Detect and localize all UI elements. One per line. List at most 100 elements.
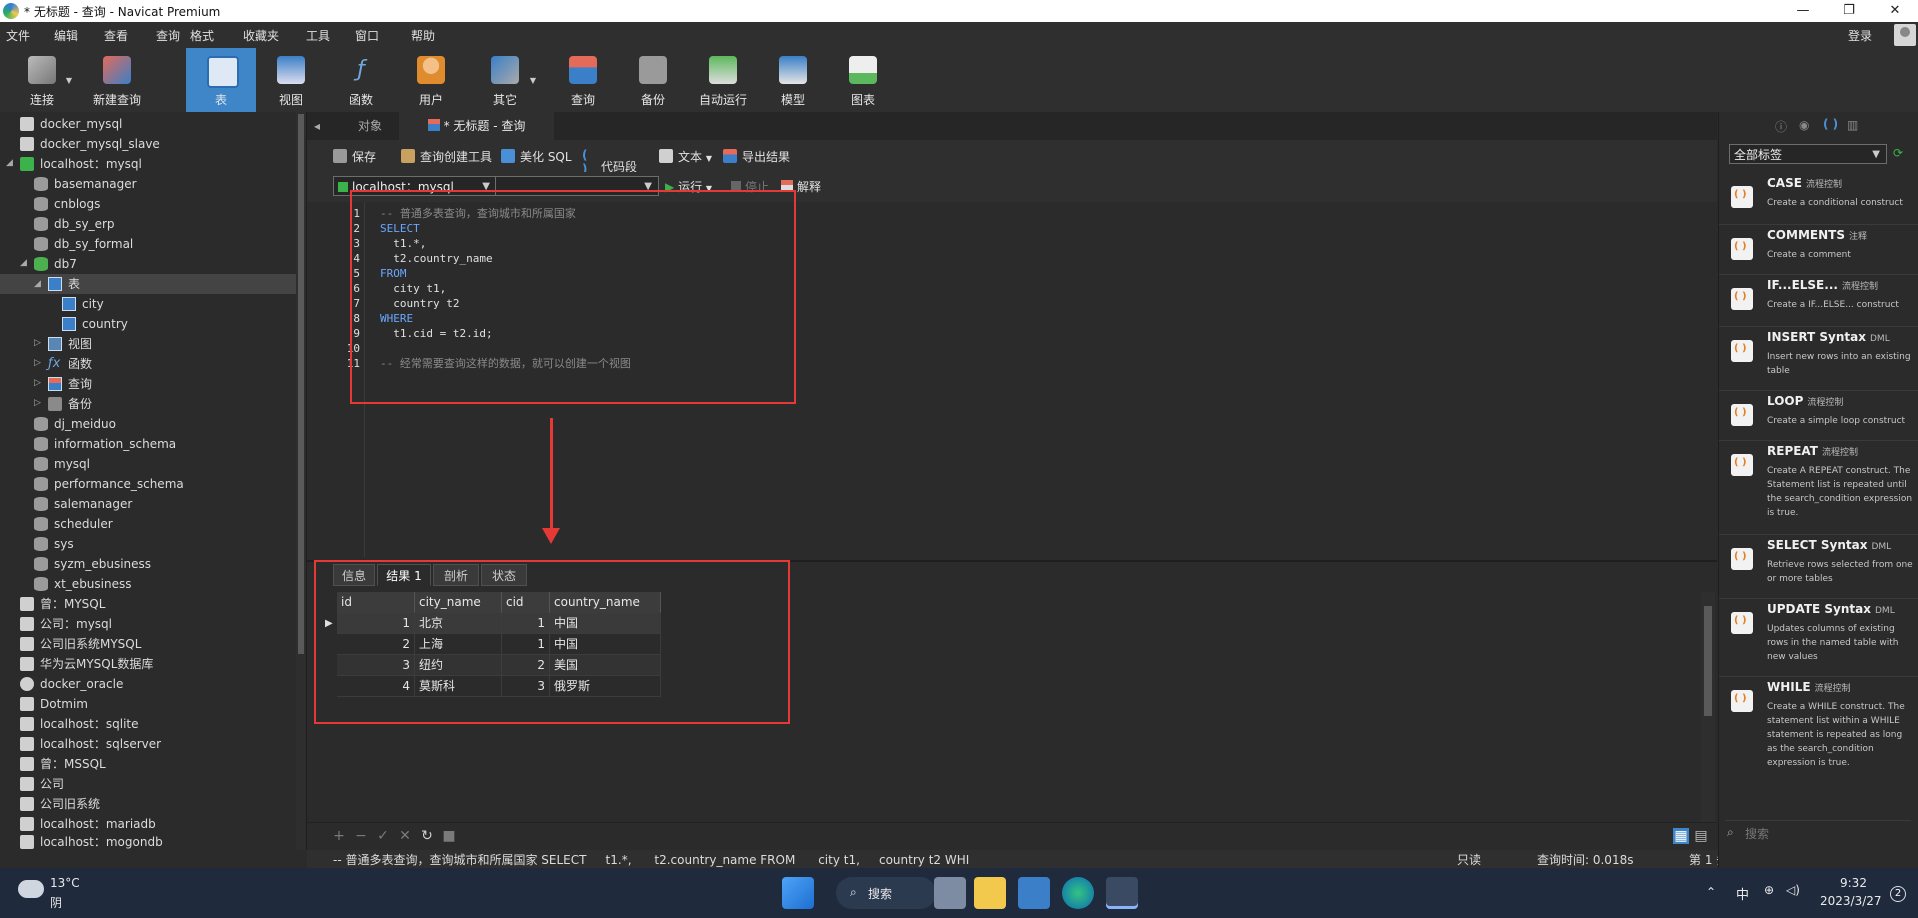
- snippet-item-insert[interactable]: INSERT Syntax DML Insert new rows into an…: [1719, 326, 1918, 391]
- edge-browser-icon[interactable]: [1062, 877, 1094, 909]
- tree-item-connection[interactable]: 曾：MYSQL: [20, 594, 300, 614]
- ribbon-automation-button[interactable]: 自动运行: [690, 48, 756, 112]
- tree-item-connection[interactable]: 公司旧系统: [20, 794, 300, 814]
- tree-item-table[interactable]: country: [62, 314, 300, 334]
- menu-help[interactable]: 帮助: [411, 27, 435, 44]
- tree-item-connection[interactable]: 华为云MYSQL数据库: [20, 654, 300, 674]
- snippet-item-repeat[interactable]: REPEAT流程控制 Create A REPEAT construct. Th…: [1719, 440, 1918, 535]
- tree-item-connection[interactable]: localhost：mysql: [20, 154, 300, 174]
- collapse-arrow-icon[interactable]: ◢: [20, 258, 28, 268]
- grid-icon[interactable]: ▥: [1847, 118, 1858, 132]
- clock-time[interactable]: 9:32: [1840, 876, 1867, 890]
- eye-icon[interactable]: ◉: [1799, 118, 1809, 132]
- snippet-search[interactable]: ⌕ 搜索: [1725, 820, 1911, 841]
- scrollbar-thumb[interactable]: [298, 114, 304, 654]
- beautify-sql-button[interactable]: 美化 SQL: [501, 148, 572, 165]
- tree-item-connection[interactable]: localhost：sqlite: [20, 714, 300, 734]
- tree-item-database[interactable]: scheduler: [34, 514, 300, 534]
- navicat-taskbar-icon[interactable]: [1106, 877, 1138, 909]
- tree-item-database[interactable]: db_sy_formal: [34, 234, 300, 254]
- braces-icon[interactable]: ( ): [1823, 117, 1838, 131]
- tree-item-database[interactable]: xt_ebusiness: [34, 574, 300, 594]
- text-mode-button[interactable]: 文本 ▼: [659, 148, 712, 165]
- tree-item-database[interactable]: db_sy_erp: [34, 214, 300, 234]
- tree-item-database[interactable]: salemanager: [34, 494, 300, 514]
- microsoft-store-icon[interactable]: [1018, 877, 1050, 909]
- tray-overflow-icon[interactable]: ⌃: [1706, 885, 1716, 899]
- tree-item-connection[interactable]: localhost：mogondb: [20, 832, 300, 850]
- tree-scrollbar[interactable]: [296, 112, 306, 850]
- query-builder-button[interactable]: 查询创建工具: [401, 148, 492, 165]
- discard-changes-icon[interactable]: ✕: [397, 828, 413, 844]
- tree-item-database[interactable]: syzm_ebusiness: [34, 554, 300, 574]
- tree-item-database[interactable]: sys: [34, 534, 300, 554]
- ribbon-model-button[interactable]: 模型: [764, 48, 822, 112]
- weather-condition[interactable]: 阴: [50, 894, 62, 911]
- code-snippet-button[interactable]: ( ) 代码段: [582, 148, 637, 176]
- tree-item-functions[interactable]: ƒx 函数: [48, 354, 300, 374]
- tree-item-connection[interactable]: 曾：MSSQL: [20, 754, 300, 774]
- clock-date[interactable]: 2023/3/27: [1820, 894, 1882, 908]
- grid-scrollbar[interactable]: [1701, 592, 1715, 822]
- scrollbar-thumb[interactable]: [1704, 606, 1712, 716]
- tree-item-views[interactable]: 视图: [48, 334, 300, 354]
- file-explorer-icon[interactable]: [974, 877, 1006, 909]
- tree-item-backups[interactable]: 备份: [48, 394, 300, 414]
- tab-objects[interactable]: 对象: [345, 112, 395, 140]
- refresh-icon[interactable]: ↻: [419, 828, 435, 844]
- snippet-item-while[interactable]: WHILE流程控制 Create a WHILE construct. The …: [1719, 676, 1918, 786]
- ime-indicator[interactable]: 中: [1736, 884, 1749, 903]
- tree-item-connection[interactable]: docker_mysql: [20, 114, 300, 134]
- tree-item-database[interactable]: cnblogs: [34, 194, 300, 214]
- login-link[interactable]: 登录: [1848, 27, 1872, 44]
- menu-edit[interactable]: 编辑: [54, 27, 78, 44]
- taskbar-search[interactable]: ⌕ 搜索: [836, 877, 936, 909]
- minimize-button[interactable]: —: [1780, 0, 1826, 22]
- tree-item-database[interactable]: dj_meiduo: [34, 414, 300, 434]
- tree-item-connection[interactable]: 公司：mysql: [20, 614, 300, 634]
- tree-item-table[interactable]: city: [62, 294, 300, 314]
- restore-button[interactable]: ❐: [1826, 0, 1872, 22]
- menu-tools[interactable]: 工具: [306, 27, 330, 44]
- add-record-icon[interactable]: +: [331, 828, 347, 844]
- menu-view[interactable]: 查看: [104, 27, 128, 44]
- delete-record-icon[interactable]: −: [353, 828, 369, 844]
- collapse-arrow-icon[interactable]: ◢: [6, 158, 14, 168]
- tree-item-database[interactable]: db7: [34, 254, 300, 274]
- ribbon-query-button[interactable]: 查询: [554, 48, 612, 112]
- tree-item-connection[interactable]: localhost：mariadb: [20, 814, 300, 834]
- snippet-item-comments[interactable]: COMMENTS注释 Create a comment: [1719, 224, 1918, 275]
- grid-view-icon[interactable]: ▦: [1673, 828, 1689, 844]
- tree-item-tables[interactable]: ◢ 表: [0, 274, 306, 294]
- menu-query[interactable]: 查询: [156, 27, 180, 44]
- add-snippet-icon[interactable]: ⟳: [1893, 146, 1903, 160]
- snippet-item-update[interactable]: UPDATE Syntax DML Updates columns of exis…: [1719, 598, 1918, 677]
- cloud-weather-icon[interactable]: [18, 880, 44, 898]
- tree-item-connection[interactable]: docker_oracle: [20, 674, 300, 694]
- windows-start-icon[interactable]: [782, 877, 814, 909]
- menu-favorites[interactable]: 收藏夹: [243, 27, 279, 44]
- info-icon[interactable]: ⓘ: [1775, 118, 1787, 135]
- stop-icon[interactable]: ■: [441, 828, 457, 844]
- menu-file[interactable]: 文件: [6, 27, 30, 44]
- save-button[interactable]: 保存: [333, 148, 376, 165]
- globe-icon[interactable]: ⊕: [1764, 883, 1774, 897]
- expand-arrow-icon[interactable]: ▷: [34, 358, 42, 368]
- tree-item-queries[interactable]: 查询: [48, 374, 300, 394]
- close-button[interactable]: ✕: [1872, 0, 1918, 22]
- form-view-icon[interactable]: ▤: [1693, 828, 1709, 844]
- ribbon-user-button[interactable]: 用户: [402, 48, 460, 112]
- ribbon-backup-button[interactable]: 备份: [624, 48, 682, 112]
- snippet-item-loop[interactable]: LOOP流程控制 Create a simple loop construct: [1719, 390, 1918, 441]
- snippet-item-if-else[interactable]: IF...ELSE...流程控制 Create a IF...ELSE... c…: [1719, 274, 1918, 327]
- ribbon-function-button[interactable]: ƒ 函数: [332, 48, 390, 112]
- tree-item-connection[interactable]: localhost：sqlserver: [20, 734, 300, 754]
- tab-untitled-query[interactable]: * 无标题 - 查询: [399, 112, 554, 140]
- weather-temperature[interactable]: 13°C: [50, 876, 80, 890]
- tree-item-database[interactable]: performance_schema: [34, 474, 300, 494]
- expand-arrow-icon[interactable]: ▷: [34, 378, 42, 388]
- speaker-icon[interactable]: ◁): [1786, 883, 1800, 897]
- user-avatar-icon[interactable]: [1894, 24, 1916, 46]
- menu-format[interactable]: 格式: [190, 27, 214, 44]
- ribbon-table-button[interactable]: 表: [186, 48, 256, 112]
